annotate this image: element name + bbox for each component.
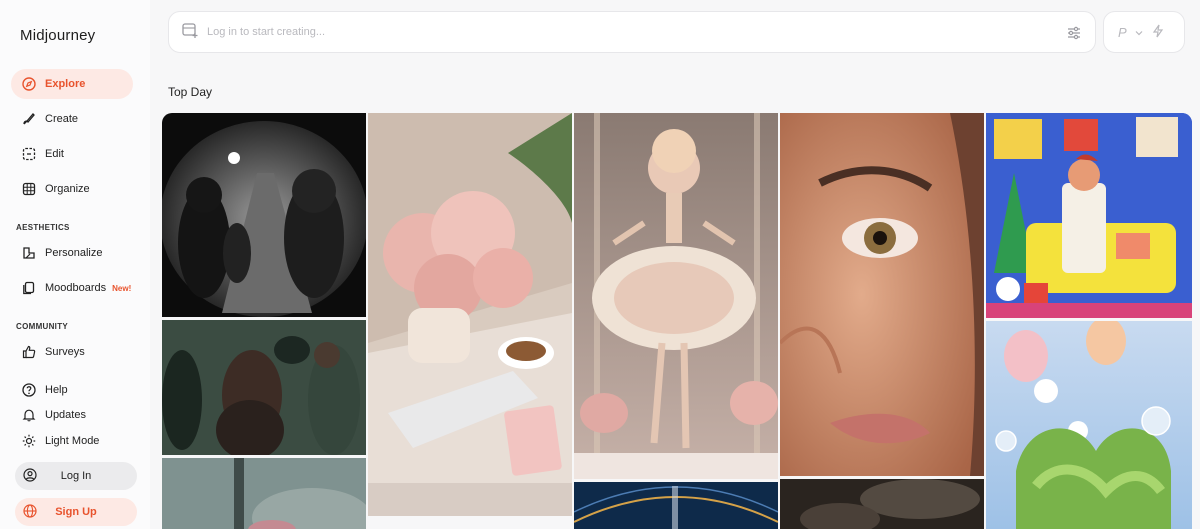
gallery-image-misty-forest[interactable]: [162, 458, 366, 529]
gallery-image-cats-fisheye[interactable]: [162, 113, 366, 317]
signup-label: Sign Up: [55, 506, 97, 518]
nav-edit[interactable]: Edit: [11, 139, 133, 169]
new-badge: New!: [112, 283, 132, 293]
aesthetics-section-label: AESTHETICS: [16, 223, 70, 232]
globe-icon: [23, 503, 37, 521]
settings-sliders-icon[interactable]: [1065, 24, 1083, 47]
mode-letter: P: [1118, 24, 1127, 40]
nav-create-label: Create: [45, 113, 79, 125]
bell-icon: [21, 407, 37, 423]
nav-surveys[interactable]: Surveys: [11, 337, 133, 367]
community-section-label: COMMUNITY: [16, 322, 69, 331]
gallery-image-balloon-letters[interactable]: [986, 321, 1192, 529]
user-icon: [23, 467, 37, 485]
prompt-bar: [168, 11, 1096, 53]
nav-light-mode-label: Light Mode: [45, 435, 100, 447]
gallery-image-face-closeup[interactable]: [780, 113, 984, 476]
nav-help-label: Help: [45, 384, 68, 396]
login-label: Log In: [60, 470, 92, 482]
nav-moodboards-label: Moodboards: [45, 282, 107, 294]
sun-icon: [21, 433, 37, 449]
compass-icon: [21, 76, 37, 92]
gallery-image-clock-blue[interactable]: [574, 482, 778, 529]
prompt-input[interactable]: [207, 26, 1095, 38]
nav-explore[interactable]: Explore: [11, 69, 133, 99]
nav-edit-label: Edit: [45, 148, 64, 160]
login-button[interactable]: Log In: [15, 462, 137, 490]
gallery-image-colorful-illustration[interactable]: [986, 113, 1192, 318]
moodboard-icon: [21, 280, 37, 296]
grid-icon: [21, 181, 37, 197]
nav-moodboards[interactable]: Moodboards New!: [11, 273, 133, 303]
signup-button[interactable]: Sign Up: [15, 498, 137, 526]
sidebar: Midjourney Explore Create Edit Organize: [0, 0, 150, 529]
image-gallery: [162, 113, 1192, 529]
nav-updates-label: Updates: [45, 409, 86, 421]
nav-personalize[interactable]: Personalize: [11, 238, 133, 268]
nav-explore-label: Explore: [45, 78, 86, 90]
gallery-title: Top Day: [168, 85, 213, 99]
edit-frame-icon: [21, 146, 37, 162]
nav-organize[interactable]: Organize: [11, 174, 133, 204]
help-icon: [21, 382, 37, 398]
gallery-image-dark-sparkle[interactable]: [780, 479, 984, 529]
gallery-image-ballerina-doll[interactable]: [574, 113, 778, 479]
mode-selector[interactable]: P: [1103, 11, 1185, 53]
app: Midjourney Explore Create Edit Organize: [0, 0, 1200, 529]
thumbs-up-icon: [21, 344, 37, 360]
chevron-down-icon: [1135, 25, 1143, 40]
nav-organize-label: Organize: [45, 183, 90, 195]
personalize-icon: [21, 245, 37, 261]
nav-surveys-label: Surveys: [45, 346, 85, 358]
lightning-icon[interactable]: [1151, 24, 1165, 41]
gallery-image-flowers-desk[interactable]: [368, 113, 572, 516]
gallery-image-crowd-party[interactable]: [162, 320, 366, 455]
image-add-icon[interactable]: [181, 21, 199, 44]
nav-create[interactable]: Create: [11, 104, 133, 134]
nav-personalize-label: Personalize: [45, 247, 103, 259]
nav-light-mode[interactable]: Light Mode: [11, 426, 133, 456]
brand-logo[interactable]: Midjourney: [20, 27, 95, 44]
brush-icon: [21, 111, 37, 127]
